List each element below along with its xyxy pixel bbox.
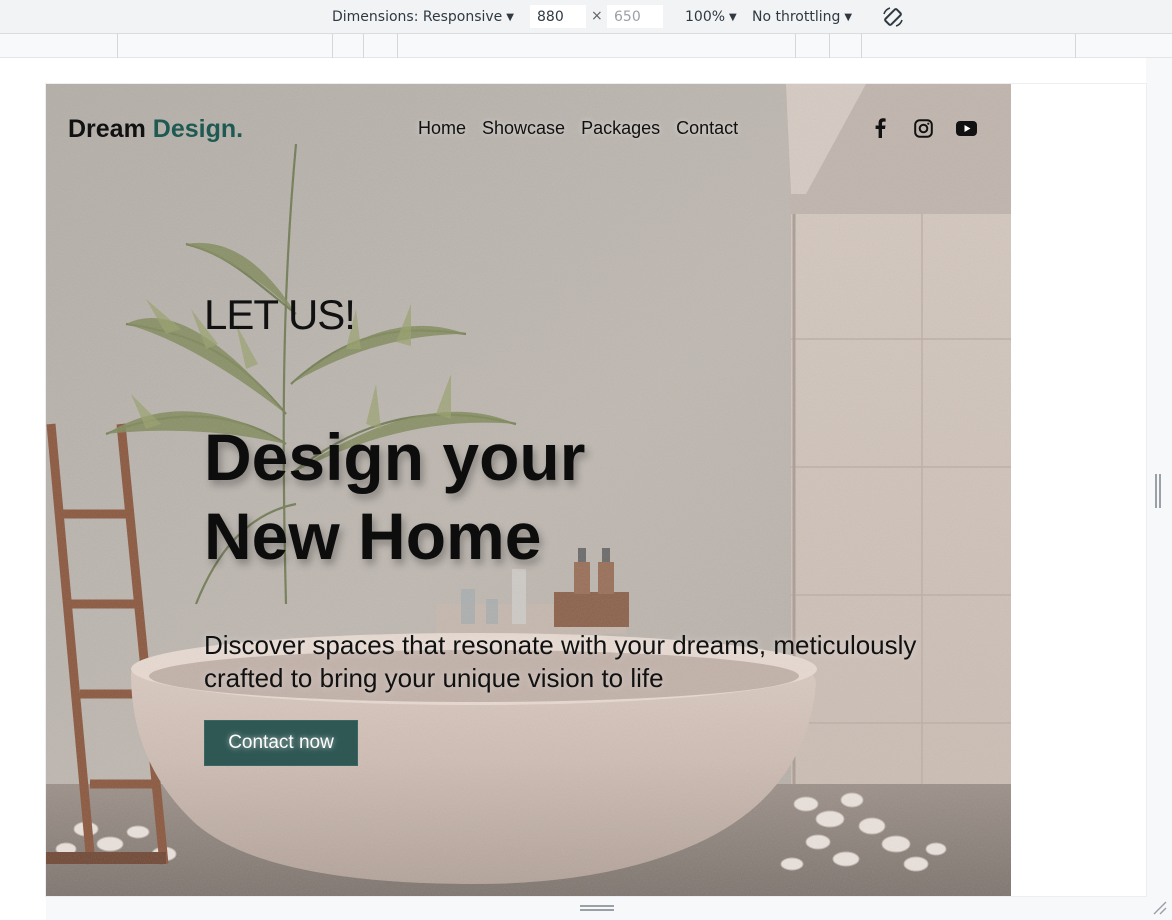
logo-accent-text: Design. — [152, 115, 244, 143]
resize-handle-icon[interactable] — [580, 905, 614, 913]
nav-packages[interactable]: Packages — [581, 118, 660, 139]
zoom-dropdown[interactable]: 100% ▼ — [685, 0, 737, 34]
dimensions-label: Dimensions: Responsive — [332, 9, 503, 25]
nav-home[interactable]: Home — [418, 118, 466, 139]
nav-showcase[interactable]: Showcase — [482, 118, 565, 139]
hero-kicker: LET US! — [204, 291, 356, 338]
caret-down-icon: ▼ — [506, 11, 514, 23]
contact-now-button[interactable]: Contact now — [204, 720, 358, 766]
dimensions-dropdown[interactable]: Dimensions: Responsive ▼ — [332, 0, 514, 34]
youtube-icon[interactable] — [955, 117, 977, 139]
zoom-value: 100% — [685, 9, 726, 25]
resize-corner-icon[interactable] — [1150, 898, 1168, 916]
headline-line-2: New Home — [204, 499, 542, 573]
device-toolbar: Dimensions: Responsive ▼ 880 × 650 100% … — [0, 0, 1172, 34]
instagram-icon[interactable] — [912, 117, 934, 139]
nav-contact[interactable]: Contact — [676, 118, 738, 139]
width-input[interactable]: 880 — [530, 5, 586, 28]
height-placeholder: 650 — [614, 8, 641, 25]
logo-primary-text: Dream — [68, 115, 146, 143]
hero-section: Dream Design. Home Showcase Packages Con… — [46, 84, 1011, 896]
throttling-dropdown[interactable]: No throttling ▼ — [752, 0, 852, 34]
media-query-ruler — [0, 34, 1172, 58]
facebook-icon[interactable] — [869, 117, 891, 139]
hero-subtext: Discover spaces that resonate with your … — [204, 630, 917, 693]
headline-line-1: Design your — [204, 420, 586, 494]
caret-down-icon: ▼ — [844, 11, 853, 23]
rotate-icon[interactable] — [880, 4, 906, 30]
hero-headline: Design your New Home — [204, 418, 724, 576]
height-input[interactable]: 650 — [607, 5, 663, 28]
main-nav: Home Showcase Packages Contact — [418, 118, 738, 139]
width-value: 880 — [537, 8, 564, 25]
times-sign: × — [591, 8, 603, 24]
resize-handle-icon[interactable] — [1155, 474, 1161, 508]
caret-down-icon: ▼ — [729, 11, 737, 23]
throttling-value: No throttling — [752, 9, 841, 25]
site-logo[interactable]: Dream Design. — [68, 115, 243, 144]
